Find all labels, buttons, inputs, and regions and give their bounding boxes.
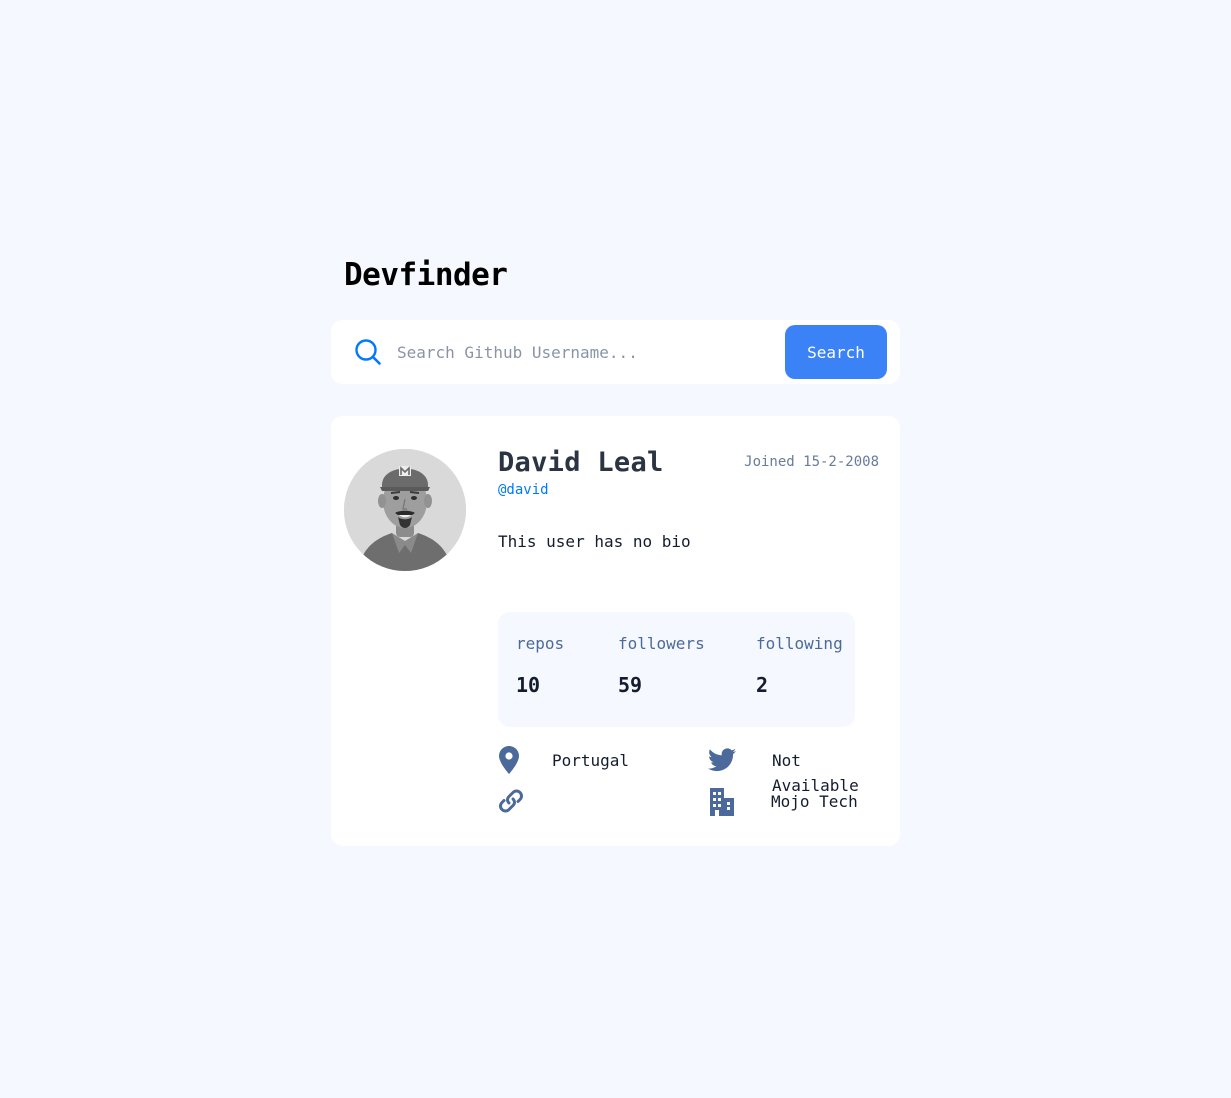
user-bio: This user has no bio (498, 532, 691, 551)
stat-followers: followers 59 (618, 634, 705, 698)
stat-repos: repos 10 (516, 634, 564, 698)
profile-card: David Leal @david Joined 15-2-2008 This … (331, 416, 900, 846)
stats-panel: repos 10 followers 59 following 2 (498, 612, 855, 727)
search-button[interactable]: Search (785, 325, 887, 379)
stat-following: following 2 (756, 634, 843, 698)
twitter-icon (708, 746, 736, 774)
twitter-text: Not (772, 753, 801, 769)
search-icon (354, 338, 382, 366)
joined-date: Joined 15-2-2008 (744, 454, 879, 470)
stat-label: repos (516, 634, 565, 653)
app-title: Devfinder (344, 257, 508, 293)
location-text: Portugal (552, 751, 630, 770)
search-input[interactable] (397, 338, 777, 366)
building-icon (708, 788, 736, 816)
stat-label: following (756, 634, 843, 653)
avatar (344, 449, 466, 571)
search-bar: Search (331, 320, 900, 384)
twitter-text-line1: Not (772, 751, 801, 770)
map-pin-icon (495, 746, 523, 774)
link-icon[interactable] (497, 787, 525, 815)
stat-label: followers (618, 634, 705, 653)
user-name: David Leal (498, 447, 664, 478)
stat-value: 2 (756, 673, 769, 697)
stat-value: 10 (516, 673, 541, 697)
stat-value: 59 (618, 673, 643, 697)
user-handle-link[interactable]: @david (498, 481, 549, 499)
company-text: Mojo Tech (771, 792, 858, 811)
